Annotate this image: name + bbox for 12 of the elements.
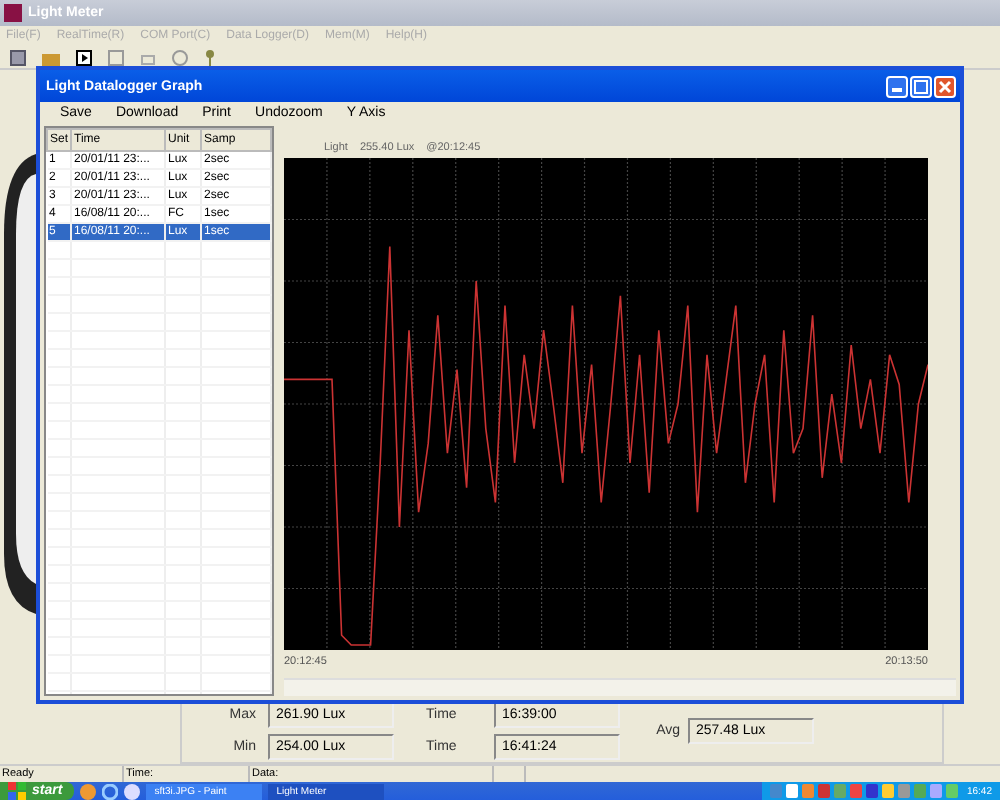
- folder-icon[interactable]: [38, 49, 64, 65]
- minimize-button[interactable]: [886, 75, 908, 97]
- print-icon[interactable]: [136, 49, 160, 65]
- stop-icon[interactable]: [104, 49, 128, 65]
- maximize-icon: [914, 79, 928, 93]
- close-button[interactable]: [934, 75, 956, 97]
- app-icon: [4, 4, 22, 22]
- close-icon: [938, 79, 952, 93]
- windows-flag-icon: [8, 782, 26, 800]
- play-icon[interactable]: [72, 49, 96, 65]
- maximize-button[interactable]: [910, 75, 932, 97]
- save-icon[interactable]: [6, 49, 30, 65]
